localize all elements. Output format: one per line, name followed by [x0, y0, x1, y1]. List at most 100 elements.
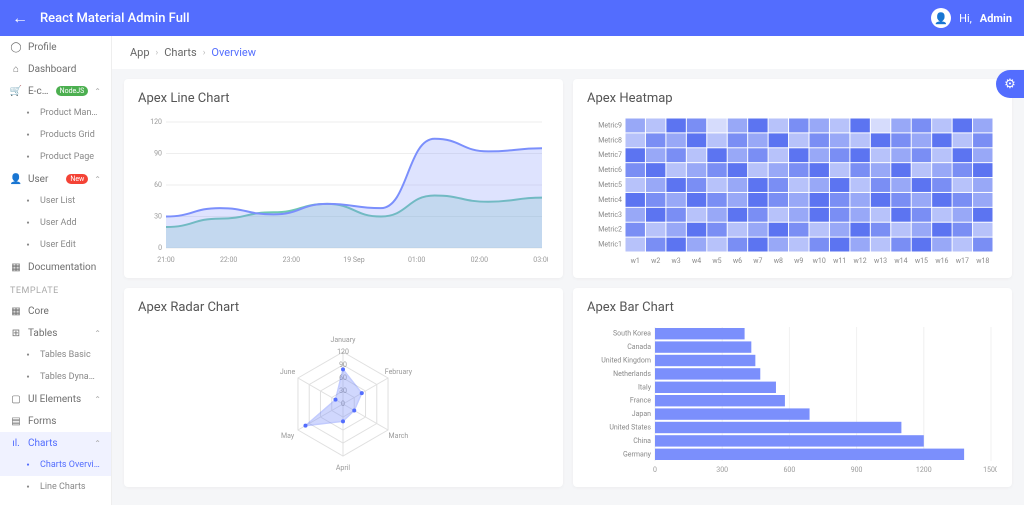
- sidebar-item-user-add[interactable]: ●User Add: [0, 212, 111, 234]
- sidebar-item-core[interactable]: ▦Core: [0, 300, 111, 322]
- svg-text:w15: w15: [915, 257, 928, 265]
- svg-text:w10: w10: [813, 257, 826, 265]
- sidebar-item-label: Forms: [28, 416, 101, 427]
- svg-text:France: France: [630, 397, 651, 405]
- chevron-icon: ⌃: [94, 175, 101, 184]
- svg-text:w7: w7: [753, 257, 762, 265]
- sidebar-item-label: Tables: [28, 328, 88, 339]
- svg-text:Metric9: Metric9: [598, 121, 622, 129]
- sidebar-item-profile[interactable]: ◯Profile: [0, 36, 111, 58]
- sidebar-item-label: Charts Overview: [40, 460, 101, 470]
- bullet-icon: ●: [22, 371, 34, 383]
- breadcrumb-current: Overview: [211, 46, 256, 59]
- sidebar-item-tables-basic[interactable]: ● Tables Basic: [0, 344, 111, 366]
- app-title: React Material Admin Full: [40, 11, 190, 26]
- sidebar-item-tables[interactable]: ⊞Tables⌃: [0, 322, 111, 344]
- sidebar-item-label: User List: [40, 196, 101, 206]
- svg-text:w9: w9: [794, 257, 803, 265]
- svg-text:120: 120: [150, 118, 162, 126]
- bullet-icon: ●: [22, 107, 34, 119]
- sidebar-item-label: Products Grid: [40, 130, 101, 140]
- chevron-icon: ⌃: [94, 439, 101, 448]
- sidebar-item-tables-dynamic[interactable]: ● Tables Dynamic: [0, 366, 111, 388]
- greeting: Hi,: [959, 12, 972, 25]
- svg-text:60: 60: [154, 181, 162, 189]
- user-menu[interactable]: 👤 Hi, Admin: [931, 8, 1012, 28]
- sidebar-item-documentation[interactable]: ▦Documentation: [0, 256, 111, 278]
- breadcrumb-section[interactable]: Charts: [164, 46, 196, 59]
- svg-text:w18: w18: [976, 257, 989, 265]
- svg-text:Japan: Japan: [632, 410, 651, 418]
- gear-icon: ⚙: [1004, 77, 1016, 92]
- sidebar-item-label: E-commerce: [28, 86, 50, 97]
- back-icon[interactable]: ←: [12, 8, 28, 28]
- svg-text:United Kingdom: United Kingdom: [601, 357, 651, 365]
- sidebar-item-forms[interactable]: ▤ Forms: [0, 410, 111, 432]
- bullet-icon: ●: [22, 151, 34, 163]
- chart-card: Apex Bar Chart 030060090012001500South Ko…: [573, 288, 1012, 487]
- chevron-icon: ⌃: [94, 329, 101, 338]
- sidebar-item-user[interactable]: 👤UserNew⌃: [0, 168, 111, 190]
- sidebar-item-e-commerce[interactable]: 🛒E-commerceNodeJS⌃: [0, 80, 111, 102]
- svg-text:w17: w17: [956, 257, 969, 265]
- svg-text:w16: w16: [935, 257, 948, 265]
- svg-text:02:00: 02:00: [471, 256, 488, 264]
- svg-text:w12: w12: [854, 257, 867, 265]
- sidebar-item-product-page[interactable]: ●Product Page: [0, 146, 111, 168]
- svg-text:Metric2: Metric2: [598, 226, 622, 234]
- sidebar-item-charts[interactable]: ıl.Charts⌃: [0, 432, 111, 454]
- chart-card: Apex HeatmapMetric9Metric8Metric7Metric6…: [573, 79, 1012, 278]
- chevron-icon: ⌃: [94, 87, 101, 96]
- svg-text:w3: w3: [672, 257, 681, 265]
- main-content: App › Charts › Overview Apex Line Chart0…: [112, 36, 1024, 505]
- chart-body: 030609012021:0022:0023:0019 Sep01:0002:0…: [138, 116, 549, 266]
- svg-text:120: 120: [337, 348, 349, 356]
- sidebar-item-label: Product Manage: [40, 108, 101, 118]
- settings-fab[interactable]: ⚙: [996, 70, 1024, 98]
- svg-text:w8: w8: [774, 257, 783, 265]
- badge: NodeJS: [56, 86, 89, 96]
- sidebar-item-user-list[interactable]: ●User List: [0, 190, 111, 212]
- sidebar-item-label: Tables Basic: [40, 350, 101, 360]
- svg-text:w5: w5: [712, 257, 721, 265]
- sidebar-item-products-grid[interactable]: ●Products Grid: [0, 124, 111, 146]
- svg-text:w6: w6: [733, 257, 742, 265]
- chevron-right-icon: ›: [156, 48, 159, 58]
- bullet-icon: ●: [22, 349, 34, 361]
- breadcrumb-app[interactable]: App: [130, 46, 150, 59]
- sidebar-item-label: Tables Dynamic: [40, 372, 101, 382]
- svg-text:March: March: [389, 432, 409, 440]
- chart-title: Apex Heatmap: [587, 91, 998, 106]
- user-icon: 👤: [10, 173, 22, 185]
- chart-title: Apex Bar Chart: [587, 300, 998, 315]
- sidebar-item-label: Dashboard: [28, 64, 101, 75]
- sidebar-item-label: User: [28, 174, 60, 185]
- sidebar-item-charts-overview[interactable]: ● Charts Overview: [0, 454, 111, 476]
- sidebar-item-ui-elements[interactable]: ▢UI Elements⌃: [0, 388, 111, 410]
- svg-text:19 Sep: 19 Sep: [343, 256, 364, 264]
- svg-text:May: May: [281, 432, 295, 440]
- svg-text:Canada: Canada: [627, 343, 651, 351]
- svg-text:Metric4: Metric4: [598, 196, 622, 204]
- sidebar-item-user-edit[interactable]: ●User Edit: [0, 234, 111, 256]
- bullet-icon: ●: [22, 481, 34, 493]
- svg-text:Metric6: Metric6: [598, 166, 622, 174]
- bullet-icon: ●: [22, 459, 34, 471]
- svg-text:600: 600: [783, 466, 795, 474]
- chart-body: 030060090012001500South KoreaCanadaUnite…: [587, 325, 998, 475]
- form-icon: ▤: [10, 415, 22, 427]
- svg-text:w13: w13: [874, 257, 887, 265]
- chevron-icon: ⌃: [94, 395, 101, 404]
- sidebar-item-label: Line Charts: [40, 482, 101, 492]
- sidebar-item-label: Charts: [28, 438, 88, 449]
- doc-icon: ▦: [10, 261, 22, 273]
- avatar: 👤: [931, 8, 951, 28]
- sidebar: ◯Profile⌂Dashboard🛒E-commerceNodeJS⌃●Pro…: [0, 36, 112, 505]
- sidebar-item-dashboard[interactable]: ⌂Dashboard: [0, 58, 111, 80]
- sidebar-item-label: Profile: [28, 42, 101, 53]
- sidebar-item-line-charts[interactable]: ● Line Charts: [0, 476, 111, 498]
- sidebar-item-product-manage[interactable]: ● Product Manage: [0, 102, 111, 124]
- svg-text:Metric3: Metric3: [598, 211, 622, 219]
- svg-text:21:00: 21:00: [157, 256, 174, 264]
- chart-body: JanuaryFebruaryMarchAprilMayJune03060901…: [138, 325, 549, 475]
